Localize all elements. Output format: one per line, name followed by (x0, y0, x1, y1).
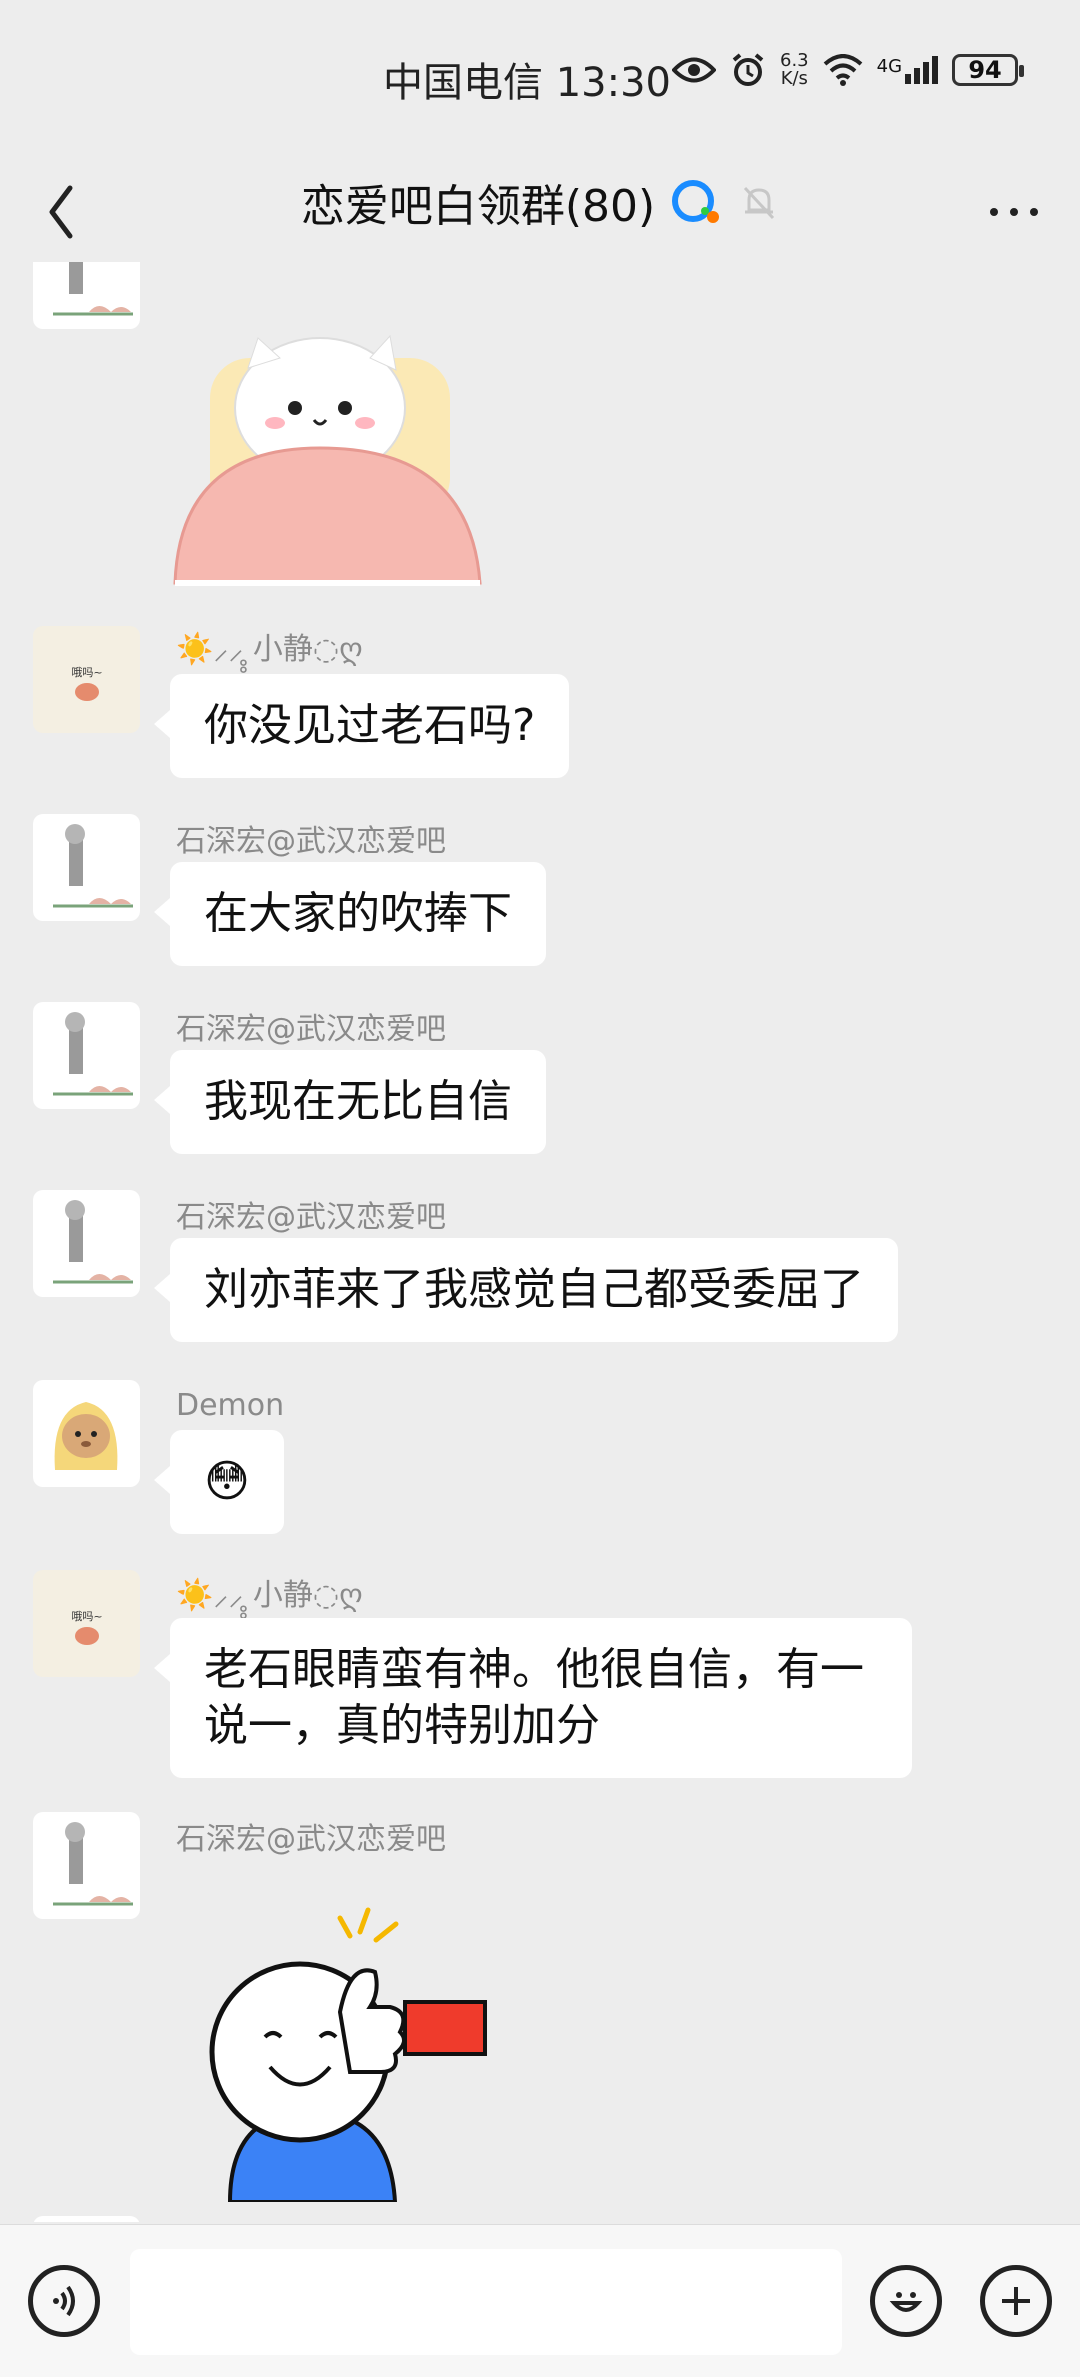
avatar[interactable] (33, 262, 140, 329)
speed-unit: K/s (780, 68, 808, 89)
group-chat-icon (672, 180, 720, 223)
eye-icon (672, 57, 716, 83)
voice-button[interactable] (28, 2265, 100, 2337)
avatar[interactable] (33, 1380, 140, 1487)
sender-name: 石深宏@武汉恋爱吧 (176, 1822, 446, 1857)
sender-name: ☀️⸝⸝̥̥ 小静◌ღ (176, 1578, 363, 1613)
sender-name: ☀️⸝⸝̥̥ 小静◌ღ (176, 632, 363, 667)
message-bubble[interactable]: 😳 (154, 1430, 284, 1534)
avatar[interactable]: 哦吗~ (33, 626, 140, 733)
cat-in-bed-sticker (173, 334, 482, 586)
avatar-bear-image (54, 1402, 118, 1470)
message-input[interactable] (130, 2249, 842, 2355)
plus-icon (1002, 2287, 1030, 2315)
chat-title[interactable]: 恋爱吧白领群(80) (301, 170, 655, 234)
more-dots-icon (990, 208, 1038, 216)
message-bubble[interactable]: 在大家的吹捧下 (154, 862, 546, 966)
more-functions-button[interactable] (980, 2265, 1052, 2337)
avatar[interactable] (33, 2216, 140, 2222)
avatar[interactable] (33, 1002, 140, 1109)
input-bar (0, 2224, 1080, 2377)
avatar-figure-image (53, 1822, 133, 1906)
smiley-icon (889, 2292, 923, 2312)
sender-name: 石深宏@武汉恋爱吧 (176, 1012, 446, 1047)
wifi-icon (823, 54, 862, 86)
avatar-text: 哦吗~ (71, 666, 102, 679)
chat-header: 恋爱吧白领群(80) (0, 150, 1080, 262)
avatar-figure-image (53, 824, 133, 908)
voice-icon (53, 2285, 75, 2317)
message-list[interactable]: 哦吗~ ☀️⸝⸝̥̥ 小静◌ღ 你没见过老石吗? 石深宏@武汉恋爱吧 在大家的吹… (0, 262, 1080, 2222)
avatar[interactable]: 哦吗~ (33, 1570, 140, 1677)
avatar-text: 哦吗~ (71, 1610, 102, 1623)
network-type: 4G (876, 56, 903, 77)
avatar[interactable] (33, 1812, 140, 1919)
sender-name: Demon (176, 1388, 285, 1423)
avatar[interactable] (33, 1190, 140, 1297)
thumbs-up-sticker (209, 1907, 487, 2204)
message-bubble[interactable]: 我现在无比自信 (154, 1050, 546, 1154)
sender-name: 石深宏@武汉恋爱吧 (176, 824, 446, 859)
more-options-button[interactable] (986, 180, 1042, 231)
sticker-image[interactable] (170, 328, 490, 588)
status-bar: 中国电信 13:30 6.3 K/s 4G 94 (0, 0, 1080, 150)
message-bubble[interactable]: 老石眼睛蛮有神。他很自信，有一说一，真的特别加分 (154, 1618, 912, 1778)
avatar-figure-image (53, 1012, 133, 1096)
message-bubble[interactable]: 刘亦菲来了我感觉自己都受委屈了 (154, 1238, 898, 1342)
mute-bell-icon (744, 186, 775, 220)
status-icons: 6.3 K/s 4G 94 (672, 52, 1025, 88)
avatar-sticker-image: 哦吗~ (71, 666, 103, 701)
avatar-sticker-image: 哦吗~ (71, 1610, 103, 1645)
avatar-figure-image (53, 1200, 133, 1284)
signal-icon: 4G (876, 56, 939, 84)
avatar-figure-image (53, 262, 133, 316)
battery-indicator: 94 (952, 54, 1025, 86)
title-group: 恋爱吧白领群(80) (0, 170, 1080, 234)
message-bubble[interactable]: 你没见过老石吗? (153, 674, 570, 778)
network-speed: 6.3 K/s (780, 52, 809, 88)
alarm-icon (732, 53, 764, 86)
emoji-button[interactable] (870, 2265, 942, 2337)
carrier-time: 中国电信 13:30 (383, 60, 671, 106)
sender-name: 石深宏@武汉恋爱吧 (176, 1200, 446, 1235)
sticker-image[interactable] (190, 1902, 500, 2204)
avatar[interactable] (33, 814, 140, 921)
